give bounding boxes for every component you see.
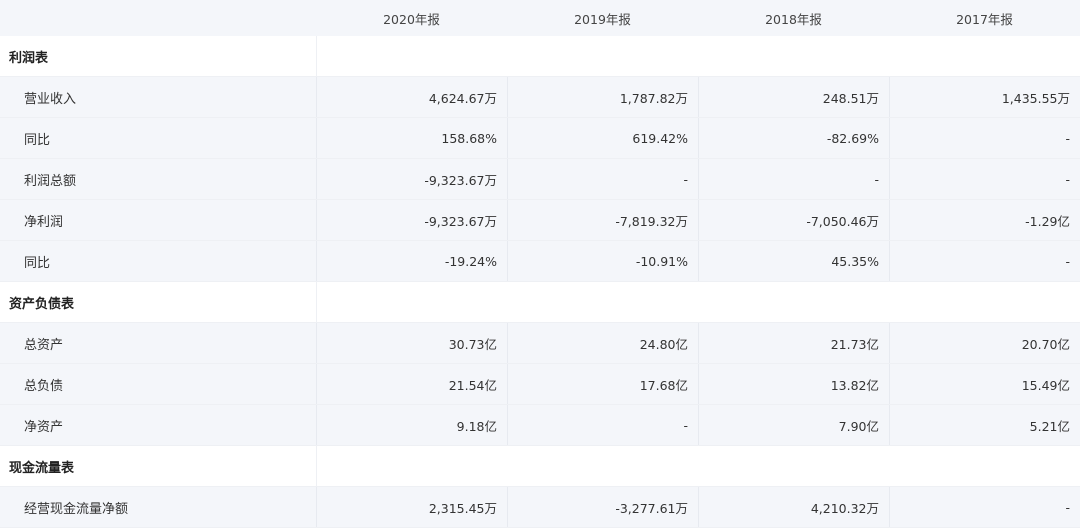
table-row: 利润总额 -9,323.67万 - - - <box>0 159 1080 200</box>
table-cell: 21.73亿 <box>698 323 889 363</box>
table-row: 净资产 9.18亿 - 7.90亿 5.21亿 <box>0 405 1080 446</box>
table-row: 总负债 21.54亿 17.68亿 13.82亿 15.49亿 <box>0 364 1080 405</box>
table-cell: -1.29亿 <box>889 200 1080 240</box>
table-cell: 2,315.45万 <box>316 487 507 527</box>
financial-summary-table: 2020年报 2019年报 2018年报 2017年报 利润表 营业收入 4,6… <box>0 0 1080 528</box>
table-cell: - <box>889 487 1080 527</box>
table-row: 总资产 30.73亿 24.80亿 21.73亿 20.70亿 <box>0 323 1080 364</box>
table-cell: 1,435.55万 <box>889 77 1080 117</box>
row-label: 总资产 <box>0 323 316 363</box>
table-cell: - <box>698 159 889 199</box>
table-cell: - <box>889 241 1080 281</box>
table-cell: -9,323.67万 <box>316 159 507 199</box>
table-cell: - <box>889 118 1080 158</box>
table-cell: - <box>507 405 698 445</box>
row-label: 经营现金流量净额 <box>0 487 316 527</box>
header-spacer <box>0 0 316 36</box>
section-income-statement: 利润表 <box>0 36 1080 77</box>
table-cell: 4,624.67万 <box>316 77 507 117</box>
section-cash-flow: 现金流量表 <box>0 446 1080 487</box>
section-title: 利润表 <box>0 36 316 76</box>
table-cell: -7,819.32万 <box>507 200 698 240</box>
header-2018[interactable]: 2018年报 <box>698 0 889 36</box>
table-cell: 7.90亿 <box>698 405 889 445</box>
table-cell: 13.82亿 <box>698 364 889 404</box>
row-label: 营业收入 <box>0 77 316 117</box>
header-2019[interactable]: 2019年报 <box>507 0 698 36</box>
section-title: 现金流量表 <box>0 446 316 486</box>
table-cell: 17.68亿 <box>507 364 698 404</box>
header-2017[interactable]: 2017年报 <box>889 0 1080 36</box>
table-cell: 15.49亿 <box>889 364 1080 404</box>
table-cell: -19.24% <box>316 241 507 281</box>
table-cell: 24.80亿 <box>507 323 698 363</box>
row-label: 同比 <box>0 241 316 281</box>
row-label: 总负债 <box>0 364 316 404</box>
table-row: 净利润 -9,323.67万 -7,819.32万 -7,050.46万 -1.… <box>0 200 1080 241</box>
table-cell: 4,210.32万 <box>698 487 889 527</box>
table-cell: -3,277.61万 <box>507 487 698 527</box>
table-cell: 248.51万 <box>698 77 889 117</box>
table-cell: -9,323.67万 <box>316 200 507 240</box>
table-cell: 21.54亿 <box>316 364 507 404</box>
table-cell: 5.21亿 <box>889 405 1080 445</box>
table-cell: 30.73亿 <box>316 323 507 363</box>
table-cell: 158.68% <box>316 118 507 158</box>
table-cell: -7,050.46万 <box>698 200 889 240</box>
table-header: 2020年报 2019年报 2018年报 2017年报 <box>0 0 1080 36</box>
table-row: 同比 -19.24% -10.91% 45.35% - <box>0 241 1080 282</box>
row-label: 同比 <box>0 118 316 158</box>
section-balance-sheet: 资产负债表 <box>0 282 1080 323</box>
table-cell: 1,787.82万 <box>507 77 698 117</box>
table-cell: - <box>889 159 1080 199</box>
row-label: 利润总额 <box>0 159 316 199</box>
table-row: 同比 158.68% 619.42% -82.69% - <box>0 118 1080 159</box>
table-cell: 619.42% <box>507 118 698 158</box>
table-cell: - <box>507 159 698 199</box>
header-2020[interactable]: 2020年报 <box>316 0 507 36</box>
table-cell: 20.70亿 <box>889 323 1080 363</box>
table-cell: 9.18亿 <box>316 405 507 445</box>
row-label: 净资产 <box>0 405 316 445</box>
table-row: 营业收入 4,624.67万 1,787.82万 248.51万 1,435.5… <box>0 77 1080 118</box>
section-title: 资产负债表 <box>0 282 316 322</box>
table-cell: 45.35% <box>698 241 889 281</box>
table-cell: -82.69% <box>698 118 889 158</box>
row-label: 净利润 <box>0 200 316 240</box>
table-row: 经营现金流量净额 2,315.45万 -3,277.61万 4,210.32万 … <box>0 487 1080 528</box>
table-cell: -10.91% <box>507 241 698 281</box>
